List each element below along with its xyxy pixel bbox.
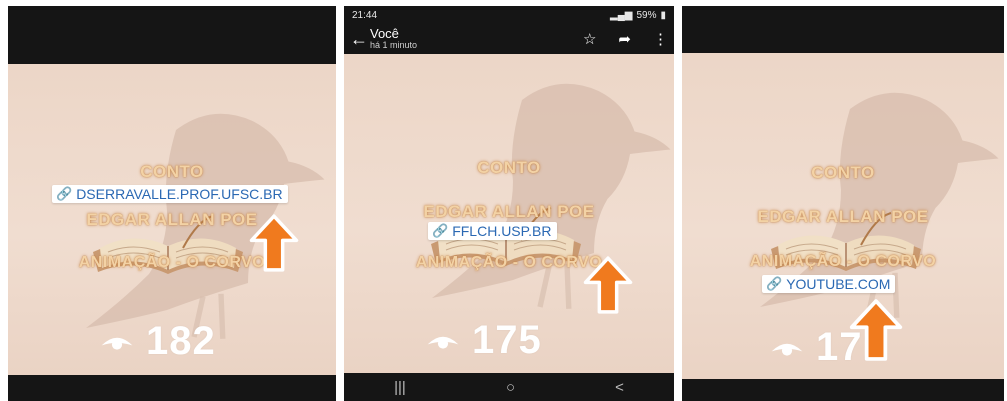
star-icon[interactable]: ☆ bbox=[583, 30, 596, 48]
story-time: há 1 minuto bbox=[370, 40, 418, 51]
conto-label: CONTO bbox=[477, 158, 541, 177]
link-icon: 🔗 bbox=[56, 186, 73, 201]
signal-icon: ▂▄▆ bbox=[610, 9, 633, 21]
link-text: YOUTUBE.COM bbox=[786, 276, 891, 292]
arrow-left-icon[interactable]: ← bbox=[350, 29, 370, 50]
link-text: DSERRAVALLE.PROF.UFSC.BR bbox=[76, 186, 283, 202]
link-sticker[interactable]: 🔗 FFLCH.USP.BR bbox=[428, 222, 557, 240]
eye-icon bbox=[426, 330, 460, 352]
arrow-up-icon bbox=[848, 297, 904, 363]
header-actions: ☆ ➦ ⋮ bbox=[583, 30, 668, 48]
back-button[interactable]: < bbox=[615, 379, 624, 396]
story-header: ← Você há 1 minuto ☆ ➦ ⋮ bbox=[344, 24, 674, 54]
more-vertical-icon[interactable]: ⋮ bbox=[653, 30, 668, 48]
link-sticker[interactable]: 🔗 DSERRAVALLE.PROF.UFSC.BR bbox=[52, 185, 288, 203]
conto-label: CONTO bbox=[811, 163, 875, 182]
status-bar: 21:44 ▂▄▆ 59% ▮ bbox=[344, 6, 674, 24]
view-counter: 182 bbox=[100, 319, 216, 364]
status-time: 21:44 bbox=[352, 9, 378, 21]
story-screenshot-3: CONTO EDGAR ALLAN POE ANIMAÇÃO - O CORVO… bbox=[682, 6, 1004, 401]
link-icon: 🔗 bbox=[432, 223, 449, 238]
view-count: 182 bbox=[146, 319, 216, 363]
view-count: 175 bbox=[472, 318, 542, 362]
animation-label: ANIMAÇÃO - O CORVO bbox=[749, 253, 937, 270]
home-button[interactable]: ○ bbox=[506, 379, 515, 396]
story-screenshot-2: 21:44 ▂▄▆ 59% ▮ ← Você há 1 minuto ☆ ➦ ⋮… bbox=[344, 6, 674, 401]
arrow-up-icon bbox=[582, 254, 634, 316]
eye-icon bbox=[100, 331, 134, 353]
story-frame: CONTO EDGAR ALLAN POE 🔗 FFLCH.USP.BR ANI… bbox=[344, 54, 674, 373]
author-label: EDGAR ALLAN POE bbox=[757, 207, 929, 226]
view-counter: 175 bbox=[426, 318, 542, 363]
link-text: FFLCH.USP.BR bbox=[452, 223, 552, 239]
story-title: Você bbox=[370, 26, 399, 42]
story-author: Você há 1 minuto bbox=[370, 27, 417, 50]
eye-icon bbox=[770, 337, 804, 359]
story-frame: CONTO 🔗 DSERRAVALLE.PROF.UFSC.BR EDGAR A… bbox=[8, 64, 336, 375]
arrow-up-icon bbox=[248, 212, 300, 274]
status-right: ▂▄▆ 59% ▮ bbox=[610, 10, 666, 21]
battery-level: 59% bbox=[636, 9, 657, 21]
battery-icon: ▮ bbox=[660, 9, 666, 21]
story-frame: CONTO EDGAR ALLAN POE ANIMAÇÃO - O CORVO… bbox=[682, 53, 1004, 379]
recents-button[interactable]: ||| bbox=[394, 379, 406, 396]
share-icon[interactable]: ➦ bbox=[618, 30, 631, 48]
link-sticker[interactable]: 🔗 YOUTUBE.COM bbox=[762, 275, 896, 293]
navigation-bar: ||| ○ < bbox=[344, 373, 674, 401]
link-icon: 🔗 bbox=[766, 276, 783, 291]
conto-label: CONTO bbox=[140, 162, 204, 181]
author-label: EDGAR ALLAN POE bbox=[423, 202, 595, 221]
story-screenshot-1: CONTO 🔗 DSERRAVALLE.PROF.UFSC.BR EDGAR A… bbox=[8, 6, 336, 401]
